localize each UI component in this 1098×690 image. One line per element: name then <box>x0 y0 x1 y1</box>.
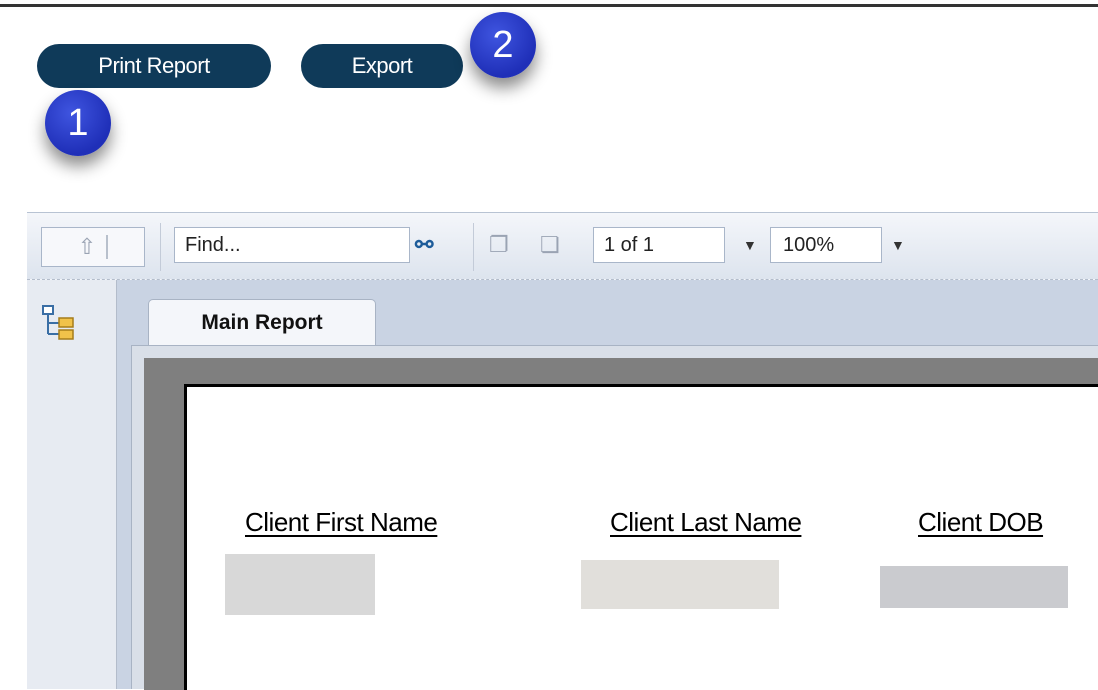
group-tree-panel <box>27 280 117 689</box>
step-badge-2: 2 <box>470 12 536 78</box>
group-tree-icon[interactable] <box>41 304 77 340</box>
column-header-last-name: Client Last Name <box>610 507 802 537</box>
step-badge-1: 1 <box>45 90 111 156</box>
toolbar-divider <box>473 223 474 271</box>
tab-main-report[interactable]: Main Report <box>148 299 376 345</box>
next-page-icon[interactable]: ❐ <box>489 227 509 263</box>
up-arrow-icon: ⇧ <box>77 234 97 259</box>
chevron-down-icon[interactable]: ▼ <box>891 227 905 263</box>
binoculars-icon[interactable]: ⚯ <box>415 227 433 263</box>
find-input[interactable] <box>174 227 410 263</box>
viewer-toolbar: ⇧ ⚯ ❐ ❏ ▼ 100% ▼ <box>27 212 1098 280</box>
chevron-down-icon[interactable]: ▼ <box>743 227 757 263</box>
report-viewer: ⇧ ⚯ ❐ ❏ ▼ 100% ▼ Main Report Client Firs… <box>27 212 1098 690</box>
page-number-input[interactable] <box>593 227 725 263</box>
redacted-dob <box>880 566 1068 608</box>
parent-report-button[interactable]: ⇧ <box>41 227 145 267</box>
export-button[interactable]: Export <box>301 44 463 88</box>
column-header-first-name: Client First Name <box>245 507 438 537</box>
redacted-last-name <box>581 560 779 609</box>
redacted-first-name <box>225 554 375 615</box>
column-header-dob: Client DOB <box>918 507 1044 537</box>
top-divider <box>0 4 1098 7</box>
report-document-area: Client First Name Client Last Name Clien… <box>131 345 1098 690</box>
zoom-select[interactable]: 100% <box>770 227 882 263</box>
toolbar-separator <box>106 235 109 259</box>
report-page: Client First Name Client Last Name Clien… <box>184 384 1098 690</box>
print-report-button[interactable]: Print Report <box>37 44 271 88</box>
toolbar-divider <box>160 223 161 271</box>
previous-page-icon[interactable]: ❏ <box>540 227 560 263</box>
page-background: Client First Name Client Last Name Clien… <box>144 358 1098 690</box>
